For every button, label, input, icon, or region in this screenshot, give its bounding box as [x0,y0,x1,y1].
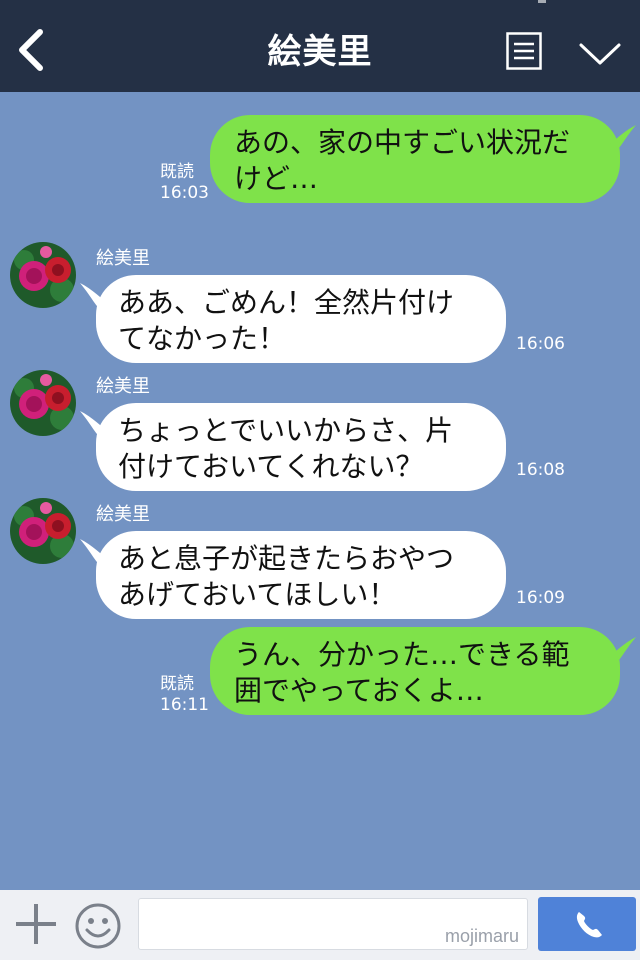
rose-avatar-icon [10,242,76,308]
plus-icon[interactable] [14,902,58,946]
read-label: 既読 [160,162,194,182]
chat-title: 絵美里 [267,32,373,72]
outgoing-message[interactable]: あの、家の中すごい状況だ けど… [210,115,636,203]
bubble-tail [80,411,112,435]
outgoing-message[interactable]: うん、分かった…できる範 囲でやっておくよ… [210,627,636,715]
status-indicator [538,0,546,3]
watermark: mojimaru [444,926,519,946]
avatar[interactable] [10,370,76,436]
read-receipt: 既読 16:03 [160,162,209,204]
message-line: ああ、ごめん！全然片付け [118,286,455,319]
bubble-tail [80,539,112,563]
avatar[interactable] [10,242,76,308]
rose-avatar-icon [10,370,76,436]
message-time: 16:08 [516,460,565,480]
avatar[interactable] [10,498,76,564]
read-label: 既読 [160,674,194,694]
message-time: 16:11 [160,695,209,715]
sender-name: 絵美里 [96,248,150,269]
message-input[interactable]: mojimaru [138,898,528,950]
message-line: うん、分かった…できる範 [234,638,570,671]
bubble-tail [604,125,636,149]
bubble-tail [80,283,112,307]
rose-avatar-icon [10,498,76,564]
sender-name: 絵美里 [96,376,150,397]
bubble-tail [604,637,636,661]
message-line: 囲でやっておくよ… [234,674,484,707]
message-line: ちょっとでいいからさ、片 [118,414,454,447]
message-time: 16:03 [160,183,209,203]
message-line: あの、家の中すごい状況だ [234,126,571,159]
message-line: あと息子が起きたらおやつ [118,542,455,575]
message-time: 16:09 [516,588,565,608]
message-time: 16:06 [516,334,565,354]
message-line: 付けておいてくれない？ [118,450,424,483]
incoming-message[interactable]: ああ、ごめん！全然片付け てなかった！ [80,275,506,363]
incoming-message[interactable]: ちょっとでいいからさ、片 付けておいてくれない？ [80,403,506,491]
message-line: てなかった！ [118,322,287,355]
smiley-icon[interactable] [74,902,122,950]
call-button[interactable] [538,897,636,951]
read-receipt: 既読 16:11 [160,674,209,716]
sender-name: 絵美里 [96,504,150,525]
menu-list-icon[interactable] [506,32,542,70]
chevron-down-icon[interactable] [578,40,622,68]
chat-header: 絵美里 [0,0,640,92]
message-line: あげておいてほしい！ [118,578,397,611]
phone-icon [576,912,602,938]
incoming-message[interactable]: あと息子が起きたらおやつ あげておいてほしい！ [80,531,506,619]
message-line: けど… [234,162,319,195]
